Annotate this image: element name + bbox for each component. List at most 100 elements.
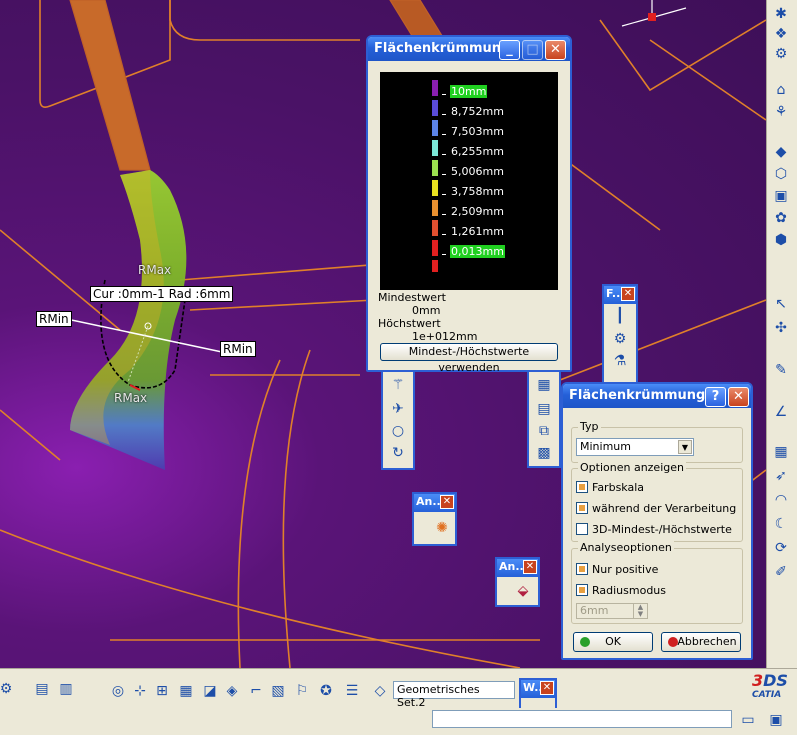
cancel-button[interactable]: Abbrechen	[661, 632, 741, 652]
tool-icon[interactable]: ⬙	[511, 579, 535, 603]
tool-icon[interactable]: ↻	[386, 442, 410, 464]
tool-icon[interactable]: ✿	[769, 206, 793, 230]
max-label: Höchstwert	[378, 317, 441, 330]
tool-icon[interactable]: ⚙	[769, 42, 793, 66]
tool-icon[interactable]: ➶	[769, 464, 793, 488]
spinner-arrows-icon[interactable]: ▲ ▼	[633, 604, 647, 618]
radius-spinner[interactable]: 6mm ▲ ▼	[576, 603, 648, 619]
scale-tick	[442, 114, 446, 115]
scale-label: 5,006mm	[451, 165, 504, 178]
scale-tick	[442, 214, 446, 215]
tool-icon[interactable]: ◎	[106, 679, 130, 703]
checkbox-only-positive[interactable]: Nur positive	[576, 563, 658, 576]
scale-swatch	[432, 120, 438, 136]
checkbox-box[interactable]	[576, 584, 588, 596]
tool-icon[interactable]: ▩	[532, 442, 556, 464]
f-floating-toolbar[interactable]: F... ✕ ┃ ⚙ ⚗	[602, 284, 638, 384]
tool-icon[interactable]: ◠	[769, 488, 793, 512]
close-icon[interactable]: ✕	[440, 495, 454, 509]
surface-toolbar[interactable]: ⚚ ✈ ○ ↻	[381, 372, 415, 470]
scale-swatch	[432, 80, 438, 96]
scale-label: 2,509mm	[451, 205, 504, 218]
tool-icon[interactable]: ⊹	[128, 679, 152, 703]
grid-icon[interactable]: ▦	[174, 679, 198, 703]
tool-icon[interactable]: ⧉	[532, 420, 556, 442]
close-button[interactable]: ✕	[728, 387, 749, 407]
select-arrow-icon[interactable]: ↖	[769, 292, 793, 316]
ok-icon	[580, 637, 590, 647]
scale-tick	[442, 174, 446, 175]
curvature-scale-window[interactable]: Flächenkrümmun... _ □ ✕ 10mm 8,752mm 7,503…	[366, 35, 572, 374]
tool-icon[interactable]: ⊞	[150, 679, 174, 703]
tool-icon[interactable]: ✺	[430, 516, 454, 540]
tool-icon[interactable]: ⚘	[769, 100, 793, 124]
tool-icon[interactable]: ✪	[314, 679, 338, 703]
tool-icon[interactable]: ✈	[386, 398, 410, 420]
tool-icon[interactable]: ▣	[769, 184, 793, 208]
tool-icon[interactable]: ☾	[769, 512, 793, 536]
circle-icon[interactable]: ○	[386, 420, 410, 442]
use-min-max-button[interactable]: Mindest-/Höchstwerte verwenden	[380, 343, 558, 374]
checkbox-3d-min-max[interactable]: 3D-Mindest-/Höchstwerte	[576, 523, 732, 536]
checkbox-box[interactable]	[576, 563, 588, 575]
close-icon[interactable]: ✕	[540, 681, 554, 695]
ok-label: OK	[605, 635, 621, 648]
tool-icon[interactable]: ▭	[736, 708, 760, 732]
tool-icon[interactable]: ⚙	[0, 677, 18, 701]
scale-tick	[442, 94, 446, 95]
tool-icon[interactable]: ∠	[769, 400, 793, 424]
tool-icon[interactable]: ▤	[532, 398, 556, 420]
scale-label: 7,503mm	[451, 125, 504, 138]
tool-icon[interactable]: ⚙	[608, 328, 632, 350]
curvature-readout: Cur :0mm-1 Rad :6mm	[90, 286, 234, 302]
tool-icon[interactable]: ⌂	[769, 78, 793, 102]
surface-curvature-dialog[interactable]: Flächenkrümmung ? ✕ Typ Minimum ▼ Option…	[561, 382, 753, 660]
chevron-down-icon[interactable]: ▼	[678, 440, 692, 454]
scale-tick	[442, 194, 446, 195]
tool-icon[interactable]: ┃	[608, 306, 632, 326]
tool-icon[interactable]: ⚚	[386, 374, 410, 396]
checkbox-box[interactable]	[576, 502, 588, 514]
tool-icon[interactable]: ▥	[54, 677, 78, 701]
help-button[interactable]: ?	[705, 387, 726, 407]
display-options-title: Optionen anzeigen	[578, 461, 686, 474]
tool-icon[interactable]: ▦	[769, 440, 793, 464]
tool-icon[interactable]: ▦	[532, 374, 556, 396]
tool-icon[interactable]: ▤	[30, 677, 54, 701]
tool-icon[interactable]: ✐	[769, 560, 793, 584]
close-icon[interactable]: ✕	[621, 287, 635, 301]
tool-icon[interactable]: ⌐	[244, 679, 268, 703]
scale-label: 8,752mm	[451, 105, 504, 118]
close-icon[interactable]: ✕	[523, 560, 537, 574]
tool-icon[interactable]: ⟳	[769, 536, 793, 560]
checkbox-during-processing[interactable]: während der Verarbeitung	[576, 502, 736, 515]
bottom-toolbar: ⚙ ▤ ▥ ◎ ⊹ ⊞ ▦ ◪ ◈ ⌐ ▧ ⚐ ✪ ☰ ◇ Geometrisc…	[0, 668, 797, 709]
tool-icon[interactable]: ◪	[198, 679, 222, 703]
an-floating-toolbar-2[interactable]: An... ✕ ⬙	[495, 557, 540, 607]
checkbox-radius-mode[interactable]: Radiusmodus	[576, 584, 666, 597]
checkbox-color-scale[interactable]: Farbskala	[576, 481, 644, 494]
tool-icon[interactable]: ◈	[220, 679, 244, 703]
tool-icon[interactable]: ◇	[368, 679, 392, 703]
tool-icon[interactable]: ⬢	[769, 228, 793, 252]
tool-icon[interactable]: ☰	[340, 679, 364, 703]
analysis-toolbar[interactable]: ▦ ▤ ⧉ ▩	[527, 372, 561, 468]
command-input[interactable]	[432, 710, 732, 728]
tool-icon[interactable]: ▧	[266, 679, 290, 703]
type-select[interactable]: Minimum ▼	[576, 438, 694, 456]
tool-icon[interactable]: ⚗	[608, 350, 632, 372]
tool-icon[interactable]: ▣	[764, 708, 788, 732]
close-button[interactable]: ✕	[545, 40, 566, 60]
tool-icon[interactable]: ◆	[769, 140, 793, 164]
maximize-button[interactable]: □	[522, 40, 543, 60]
checkbox-box[interactable]	[576, 481, 588, 493]
minimize-button[interactable]: _	[499, 40, 520, 60]
tool-icon[interactable]: ✎	[769, 358, 793, 382]
tool-icon[interactable]: ⚐	[290, 679, 314, 703]
checkbox-box[interactable]	[576, 523, 588, 535]
ok-button[interactable]: OK	[573, 632, 653, 652]
geometry-set-select[interactable]: Geometrisches Set.2	[393, 681, 515, 709]
tool-icon[interactable]: ⬡	[769, 162, 793, 186]
tool-icon[interactable]: ✣	[769, 316, 793, 340]
an-floating-toolbar-1[interactable]: An... ✕ ✺	[412, 492, 457, 546]
